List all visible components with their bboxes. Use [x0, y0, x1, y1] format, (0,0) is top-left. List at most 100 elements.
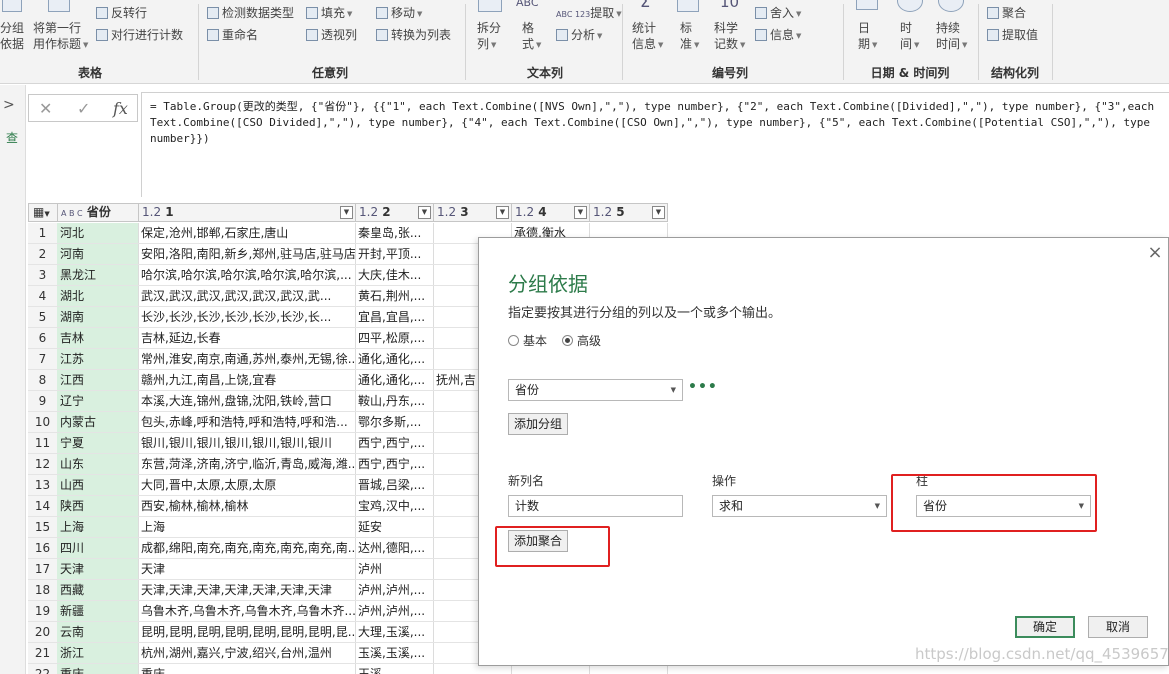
cell-col-2[interactable]: 玉溪 — [355, 664, 434, 674]
filter-dropdown-icon[interactable]: ▼ — [496, 206, 509, 219]
detect-type-button[interactable]: 检测数据类型 — [207, 5, 294, 21]
cell-col-1[interactable]: 银川,银川,银川,银川,银川,银川,银川 — [138, 433, 356, 454]
cell-col-1[interactable]: 吉林,延边,长春 — [138, 328, 356, 349]
cell-col-2[interactable]: 宝鸡,汉中,... — [355, 496, 434, 517]
cell-col-2[interactable]: 通化,通化,... — [355, 349, 434, 370]
column-header-3[interactable]: 1.2 3 ▼ — [433, 203, 512, 222]
cell-province[interactable]: 河南 — [57, 244, 139, 265]
use-first-row-button[interactable]: 将第一行 用作标题 ▼ — [33, 20, 88, 53]
statistics-button[interactable]: 统计 信息 ▼ — [632, 20, 663, 53]
row-index[interactable]: 4 — [28, 286, 58, 307]
cell-col-1[interactable]: 杭州,湖州,嘉兴,宁波,绍兴,台州,温州 — [138, 643, 356, 664]
column-header-2[interactable]: 1.2 2 ▼ — [355, 203, 434, 222]
move-button[interactable]: 移动 ▼ — [376, 5, 422, 22]
transpose-button[interactable]: 反转行 — [96, 5, 147, 21]
cell-col-2[interactable]: 泸州 — [355, 559, 434, 580]
close-icon[interactable]: × — [1146, 242, 1164, 263]
format-button[interactable]: 格 式 ▼ — [522, 20, 541, 53]
cell-col-1[interactable]: 成都,绵阳,南充,南充,南充,南充,南充,南... — [138, 538, 356, 559]
cell-col-1[interactable]: 天津,天津,天津,天津,天津,天津,天津 — [138, 580, 356, 601]
row-index[interactable]: 8 — [28, 370, 58, 391]
duration-button[interactable]: 持续 时间 ▼ — [936, 20, 967, 53]
cell-col-1[interactable]: 哈尔滨,哈尔滨,哈尔滨,哈尔滨,哈尔滨,... — [138, 265, 356, 286]
cell-col-2[interactable]: 达州,德阳,... — [355, 538, 434, 559]
operation-select[interactable]: 求和 ▼ — [712, 495, 887, 517]
table-menu-icon[interactable]: ▦▼ — [28, 203, 58, 222]
cell-col-1[interactable]: 上海 — [138, 517, 356, 538]
extract-button[interactable]: ABC 123提取 ▼ — [556, 5, 622, 23]
group-column-select[interactable]: 省份 ▼ — [508, 379, 683, 401]
cell-col-2[interactable]: 秦皇岛,张... — [355, 223, 434, 244]
row-index[interactable]: 17 — [28, 559, 58, 580]
row-index[interactable]: 15 — [28, 517, 58, 538]
radio-unchecked-icon[interactable] — [508, 335, 519, 346]
cell-col-1[interactable]: 赣州,九江,南昌,上饶,宜春 — [138, 370, 356, 391]
cell-col-2[interactable]: 鄂尔多斯,... — [355, 412, 434, 433]
row-index[interactable]: 11 — [28, 433, 58, 454]
radio-advanced[interactable]: 高级 — [562, 332, 601, 349]
column-header-1[interactable]: 1.2 1 ▼ — [138, 203, 356, 222]
cell-col-2[interactable]: 黄石,荆州,... — [355, 286, 434, 307]
cell-col-1[interactable]: 保定,沧州,邯郸,石家庄,唐山 — [138, 223, 356, 244]
cell-col-2[interactable]: 鞍山,丹东,... — [355, 391, 434, 412]
cell-province[interactable]: 吉林 — [57, 328, 139, 349]
cell-col-1[interactable]: 大同,晋中,太原,太原,太原 — [138, 475, 356, 496]
cell-col-1[interactable]: 天津 — [138, 559, 356, 580]
cell-province[interactable]: 江苏 — [57, 349, 139, 370]
date-button[interactable]: 日 期 ▼ — [858, 20, 877, 53]
number-type-icon[interactable]: 1.2 — [359, 205, 378, 219]
pivot-button[interactable]: 透视列 — [306, 27, 357, 43]
cell-col-2[interactable]: 延安 — [355, 517, 434, 538]
group-by-button[interactable]: 分组 依据 — [0, 20, 24, 52]
cell-province[interactable]: 新疆 — [57, 601, 139, 622]
cell-col-2[interactable]: 泸州,泸州,... — [355, 601, 434, 622]
cell-province[interactable]: 陕西 — [57, 496, 139, 517]
cell-province[interactable]: 云南 — [57, 622, 139, 643]
formula-input[interactable]: = Table.Group(更改的类型, {"省份"}, {{"1", each… — [141, 92, 1169, 197]
cell-col-1[interactable]: 乌鲁木齐,乌鲁木齐,乌鲁木齐,乌鲁木齐... — [138, 601, 356, 622]
cell-col-2[interactable]: 开封,平顶... — [355, 244, 434, 265]
cell-col-2[interactable]: 通化,通化,... — [355, 370, 434, 391]
filter-dropdown-icon[interactable]: ▼ — [652, 206, 665, 219]
radio-basic[interactable]: 基本 — [508, 332, 547, 349]
cell-province[interactable]: 山西 — [57, 475, 139, 496]
queries-pane-collapsed[interactable]: > 查 — [0, 85, 26, 674]
cell-province[interactable]: 河北 — [57, 223, 139, 244]
cell-col-2[interactable]: 西宁,西宁,... — [355, 454, 434, 475]
count-rows-button[interactable]: 对行进行计数 — [96, 27, 183, 43]
cell-province[interactable]: 上海 — [57, 517, 139, 538]
split-column-button[interactable]: 拆分 列 ▼ — [477, 20, 501, 53]
cell-col-1[interactable]: 安阳,洛阳,南阳,新乡,郑州,驻马店,驻马店 — [138, 244, 356, 265]
row-index[interactable]: 10 — [28, 412, 58, 433]
number-type-icon[interactable]: 1.2 — [142, 205, 161, 219]
text-type-icon[interactable]: A B C — [61, 209, 83, 218]
more-options-icon[interactable]: ••• — [688, 379, 718, 395]
fill-button[interactable]: 填充 ▼ — [306, 5, 352, 22]
cancel-formula-icon[interactable]: ✕ — [39, 99, 52, 118]
number-type-icon[interactable]: 1.2 — [593, 205, 612, 219]
cell-province[interactable]: 浙江 — [57, 643, 139, 664]
cell-province[interactable]: 江西 — [57, 370, 139, 391]
row-index[interactable]: 3 — [28, 265, 58, 286]
expand-queries-icon[interactable]: > — [3, 97, 15, 113]
cell-province[interactable]: 内蒙古 — [57, 412, 139, 433]
row-index[interactable]: 7 — [28, 349, 58, 370]
rounding-button[interactable]: 舍入 ▼ — [755, 5, 801, 22]
new-column-name-input[interactable]: 计数 — [508, 495, 683, 517]
cell-col-1[interactable]: 武汉,武汉,武汉,武汉,武汉,武汉,武... — [138, 286, 356, 307]
parse-button[interactable]: 分析 ▼ — [556, 27, 602, 44]
row-index[interactable]: 9 — [28, 391, 58, 412]
row-index[interactable]: 22 — [28, 664, 58, 674]
cell-col-1[interactable]: 昆明,昆明,昆明,昆明,昆明,昆明,昆明,昆... — [138, 622, 356, 643]
cell-col-1[interactable]: 常州,淮安,南京,南通,苏州,泰州,无锡,徐... — [138, 349, 356, 370]
cell-province[interactable]: 湖北 — [57, 286, 139, 307]
cell-col-1[interactable]: 本溪,大连,锦州,盘锦,沈阳,铁岭,营口 — [138, 391, 356, 412]
cell-col-2[interactable]: 大庆,佳木... — [355, 265, 434, 286]
cell-province[interactable]: 山东 — [57, 454, 139, 475]
row-index[interactable]: 5 — [28, 307, 58, 328]
aggregate-button[interactable]: 聚合 — [987, 5, 1026, 21]
rename-button[interactable]: 重命名 — [207, 27, 258, 43]
ok-button[interactable]: 确定 — [1015, 616, 1075, 638]
add-group-button[interactable]: 添加分组 — [508, 413, 568, 435]
cell-col-1[interactable]: 重庆 — [138, 664, 356, 674]
